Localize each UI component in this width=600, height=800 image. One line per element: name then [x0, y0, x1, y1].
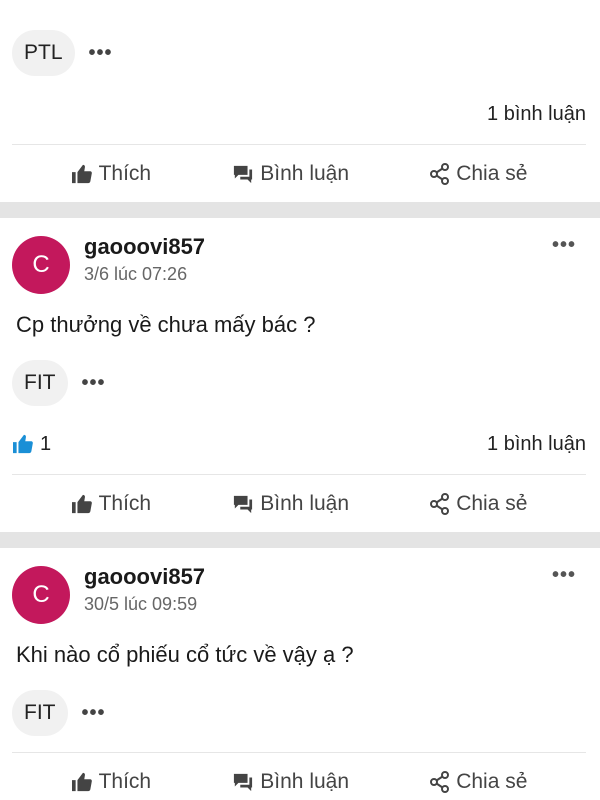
author-name[interactable]: gaooovi857 [84, 564, 205, 590]
author-block: gaooovi857 3/6 lúc 07:26 [84, 232, 205, 285]
like-label: Thích [98, 769, 152, 793]
comment-button[interactable]: Bình luận [232, 770, 349, 794]
share-button[interactable]: Chia sẻ [430, 492, 527, 516]
comment-label: Bình luận [260, 161, 350, 185]
comment-icon [234, 165, 253, 183]
like-button[interactable]: Thích [71, 491, 152, 516]
comment-label: Bình luận [260, 769, 350, 793]
post-header: C gaooovi857 3/6 lúc 07:26 ••• [12, 218, 586, 294]
more-icon[interactable]: ••• [89, 42, 113, 65]
author-block: gaooovi857 30/5 lúc 09:59 [84, 562, 205, 615]
like-button[interactable]: Thích [71, 161, 152, 186]
comment-icon [234, 773, 253, 791]
share-button[interactable]: Chia sẻ [430, 162, 527, 186]
thumbs-up-active-icon [13, 434, 33, 454]
share-label: Chia sẻ [456, 161, 528, 185]
like-label: Thích [98, 491, 152, 515]
post-body: Cp thưởng về chưa mấy bác ? [16, 312, 316, 337]
post: C gaooovi857 30/5 lúc 09:59 ••• Khi nào … [0, 548, 600, 800]
share-icon [430, 162, 450, 185]
more-icon[interactable]: ••• [82, 372, 106, 395]
comment-label: Bình luận [260, 491, 350, 515]
share-label: Chia sẻ [456, 769, 528, 793]
action-bar: Thích Bình luận Chia sẻ [12, 474, 586, 532]
like-button[interactable]: Thích [71, 769, 152, 794]
post-body: Khi nào cổ phiếu cổ tức về vậy ạ ? [16, 642, 354, 667]
post: C gaooovi857 3/6 lúc 07:26 ••• Cp thưởng… [0, 218, 600, 532]
comment-button[interactable]: Bình luận [232, 162, 349, 186]
comment-button[interactable]: Bình luận [232, 492, 349, 516]
post-time: 30/5 lúc 09:59 [84, 594, 198, 614]
comment-count[interactable]: 1 bình luận [487, 433, 586, 456]
stock-tag[interactable]: FIT [12, 690, 68, 736]
comment-count[interactable]: 1 bình luận [487, 103, 586, 126]
post-menu-icon[interactable]: ••• [552, 564, 576, 587]
like-count[interactable]: 1 [12, 433, 51, 456]
feed: PTL ••• 1 bình luận Thích Bình luận Chia… [0, 0, 600, 800]
more-icon[interactable]: ••• [82, 702, 106, 725]
thumbs-up-icon [71, 772, 92, 791]
like-label: Thích [98, 161, 152, 185]
stock-tag[interactable]: PTL [12, 30, 75, 76]
action-bar: Thích Bình luận Chia sẻ [12, 144, 586, 202]
thumbs-up-icon [71, 494, 92, 513]
post-partial: PTL ••• 1 bình luận Thích Bình luận Chia… [0, 0, 600, 202]
post-time: 3/6 lúc 07:26 [84, 264, 188, 284]
author-name[interactable]: gaooovi857 [84, 234, 205, 260]
avatar[interactable]: C [12, 566, 70, 624]
post-divider [0, 532, 600, 548]
post-menu-icon[interactable]: ••• [552, 234, 576, 257]
post-tag-row: FIT ••• [12, 360, 586, 406]
post-tag-row: FIT ••• [12, 690, 586, 736]
post-stats: 1 1 bình luận [12, 414, 586, 474]
stock-tag[interactable]: FIT [12, 360, 68, 406]
like-count-value: 1 [40, 432, 52, 455]
post-header: C gaooovi857 30/5 lúc 09:59 ••• [12, 548, 586, 624]
avatar[interactable]: C [12, 236, 70, 294]
share-button[interactable]: Chia sẻ [430, 770, 527, 794]
comment-icon [234, 495, 253, 513]
share-icon [430, 770, 450, 793]
share-label: Chia sẻ [456, 491, 528, 515]
thumbs-up-icon [71, 164, 92, 183]
post-divider [0, 202, 600, 218]
share-icon [430, 492, 450, 515]
action-bar: Thích Bình luận Chia sẻ [12, 752, 586, 800]
post-tag-row: PTL ••• [12, 30, 586, 76]
post-stats: 1 bình luận [12, 84, 586, 144]
